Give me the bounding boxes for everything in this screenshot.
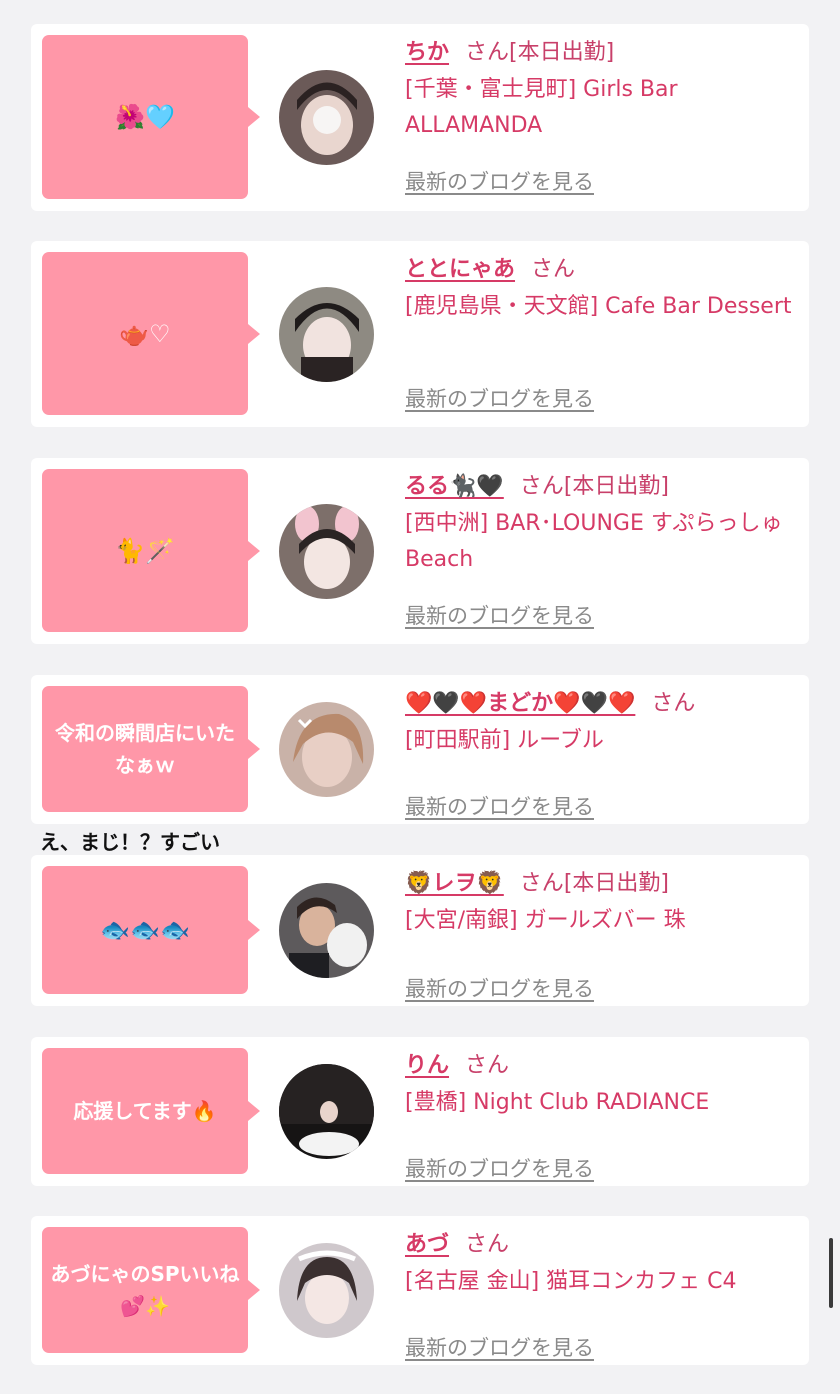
shop-link[interactable]: [千葉・富士見町] Girls Bar ALLAMANDA	[405, 72, 795, 144]
entry-info: るる🐈‍⬛🖤 さん[本日出勤] [西中洲] BAR･LOUNGE すぷらっしゅBe…	[405, 470, 795, 628]
blog-link[interactable]: 最新のブログを見る	[405, 600, 594, 630]
status-badge: [本日出勤]	[563, 474, 669, 499]
blog-link[interactable]: 最新のブログを見る	[405, 166, 594, 196]
entry-info: あづ さん [名古屋 金山] 猫耳コンカフェ C4 最新のブログを見る	[405, 1228, 795, 1360]
scrollbar[interactable]	[829, 1238, 833, 1308]
list-item: 令和の瞬間店にいたなぁｗ ❤️🖤❤️まどか❤️🖤❤️ さん [町田駅前] ルーブル…	[31, 675, 809, 824]
status-badge: [本日出勤]	[509, 40, 615, 65]
list-item: 応援してます🔥 りん さん [豊橋] Night Club RADIANCE 最新…	[31, 1037, 809, 1186]
name-link[interactable]: ととにゃあ	[405, 257, 515, 282]
blog-link[interactable]: 最新のブログを見る	[405, 973, 594, 1003]
bubble-text: 応援してます🔥	[73, 1099, 217, 1123]
name-link[interactable]: あづ	[405, 1232, 449, 1257]
avatar[interactable]	[279, 504, 374, 599]
entry-info: りん さん [豊橋] Night Club RADIANCE 最新のブログを見る	[405, 1049, 795, 1181]
name-link[interactable]: ちか	[405, 40, 449, 65]
blog-link[interactable]: 最新のブログを見る	[405, 791, 594, 821]
shop-link[interactable]: [名古屋 金山] 猫耳コンカフェ C4	[405, 1264, 795, 1300]
avatar[interactable]	[279, 1064, 374, 1159]
blog-link[interactable]: 最新のブログを見る	[405, 1153, 594, 1183]
message-bubble: 🌺🩵	[42, 35, 260, 199]
name-link[interactable]: るる🐈‍⬛🖤	[405, 474, 504, 499]
avatar[interactable]	[279, 883, 374, 978]
message-bubble: 🐈🪄	[42, 469, 260, 632]
entry-info: ちか さん[本日出勤] [千葉・富士見町] Girls Bar ALLAMANDA…	[405, 36, 795, 194]
bubble-text: 🐟🐟🐟	[100, 916, 190, 944]
shop-link[interactable]: [鹿児島県・天文館] Cafe Bar Dessert	[405, 289, 795, 325]
shop-link[interactable]: [大宮/南銀] ガールズバー 珠	[405, 903, 795, 939]
list-item: あづにゃのSPいいね💕✨ あづ さん [名古屋 金山] 猫耳コンカフェ C4 最新…	[31, 1216, 809, 1365]
bubble-text: 🌺🩵	[115, 103, 175, 131]
bubble-text: あづにゃのSPいいね💕✨	[50, 1262, 240, 1318]
honorific: さん	[519, 474, 564, 499]
message-bubble: あづにゃのSPいいね💕✨	[42, 1227, 260, 1353]
shop-link[interactable]: [町田駅前] ルーブル	[405, 723, 795, 759]
message-bubble: 🐟🐟🐟	[42, 866, 260, 994]
blog-link[interactable]: 最新のブログを見る	[405, 1332, 594, 1362]
list-item: 🌺🩵 ちか さん[本日出勤] [千葉・富士見町] Girls Bar ALLAMA…	[31, 24, 809, 211]
name-link[interactable]: ❤️🖤❤️まどか❤️🖤❤️	[405, 691, 635, 716]
avatar[interactable]	[279, 702, 374, 797]
name-link[interactable]: 🦁レヲ🦁	[405, 871, 504, 896]
bubble-text: 🐈🪄	[115, 536, 175, 565]
avatar[interactable]	[279, 70, 374, 165]
message-bubble: 応援してます🔥	[42, 1048, 260, 1174]
blog-link[interactable]: 最新のブログを見る	[405, 383, 594, 413]
honorific: さん	[465, 1232, 510, 1257]
honorific: さん	[519, 871, 564, 896]
honorific: さん	[465, 40, 510, 65]
message-bubble: 🫖♡	[42, 252, 260, 415]
status-badge: [本日出勤]	[563, 871, 669, 896]
honorific: さん	[531, 257, 576, 282]
entry-info: ととにゃあ さん [鹿児島県・天文館] Cafe Bar Dessert 最新のブ…	[405, 253, 795, 411]
bubble-text: 令和の瞬間店にいたなぁｗ	[55, 721, 235, 777]
shop-link[interactable]: [豊橋] Night Club RADIANCE	[405, 1085, 795, 1121]
honorific: さん	[651, 691, 696, 716]
message-bubble: 令和の瞬間店にいたなぁｗ	[42, 686, 260, 812]
shop-link[interactable]: [西中洲] BAR･LOUNGE すぷらっしゅBeach	[405, 506, 795, 578]
list-item: 🫖♡ ととにゃあ さん [鹿児島県・天文館] Cafe Bar Dessert 最…	[31, 241, 809, 427]
avatar[interactable]	[279, 287, 374, 382]
comment-text: え、まじ！？すごい	[40, 830, 220, 854]
list-item: 🐟🐟🐟 🦁レヲ🦁 さん[本日出勤] [大宮/南銀] ガールズバー 珠 最新のブログ…	[31, 855, 809, 1006]
list-item: 🐈🪄 るる🐈‍⬛🖤 さん[本日出勤] [西中洲] BAR･LOUNGE すぷらっし…	[31, 458, 809, 644]
honorific: さん	[465, 1053, 510, 1078]
avatar[interactable]	[279, 1243, 374, 1338]
name-link[interactable]: りん	[405, 1053, 449, 1078]
entry-info: ❤️🖤❤️まどか❤️🖤❤️ さん [町田駅前] ルーブル 最新のブログを見る	[405, 687, 795, 819]
entry-info: 🦁レヲ🦁 さん[本日出勤] [大宮/南銀] ガールズバー 珠 最新のブログを見る	[405, 867, 795, 1001]
bubble-text: 🫖♡	[119, 319, 171, 348]
